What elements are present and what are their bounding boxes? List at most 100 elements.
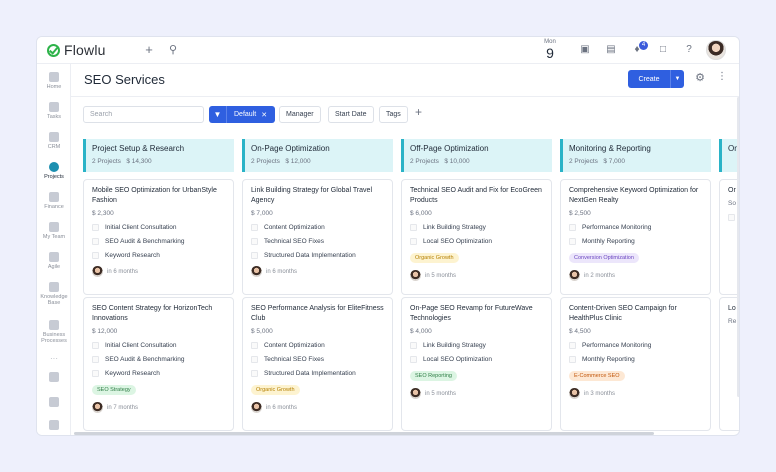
card-title[interactable]: Technical SEO Audit and Fix for EcoGreen… <box>410 186 543 206</box>
column-header[interactable]: On-Page Optimization 2 Projects $ 12,000 <box>242 139 393 172</box>
chat-icon[interactable]: □ <box>655 42 671 58</box>
task-checkbox-icon[interactable] <box>251 252 258 259</box>
vertical-scrollbar[interactable] <box>737 97 739 397</box>
sidebar-extra-2[interactable] <box>37 397 71 407</box>
project-card[interactable]: Comprehensive Keyword Optimization for N… <box>560 179 711 295</box>
card-title[interactable]: SEO Performance Analysis for EliteFitnes… <box>251 304 384 324</box>
invoice-icon[interactable]: ▤ <box>603 42 619 58</box>
avatar[interactable] <box>251 402 262 413</box>
sidebar-item-agile[interactable]: Agile <box>37 252 71 270</box>
logo[interactable]: Flowlu <box>47 42 106 58</box>
avatar[interactable] <box>92 266 103 277</box>
sidebar-item-projects[interactable]: Projects <box>37 162 71 180</box>
default-filter-button[interactable]: ▼ Default ✕ <box>209 106 275 123</box>
task-item[interactable]: Keyword Research <box>92 251 225 260</box>
task-item[interactable]: Monthly Reporting <box>569 237 702 246</box>
task-checkbox-icon[interactable] <box>251 356 258 363</box>
task-item[interactable]: Initial Client Consultation <box>92 223 225 232</box>
chevron-down-icon[interactable]: ▼ <box>670 70 684 88</box>
project-card[interactable]: SEO Content Strategy for HorizonTech Inn… <box>83 297 234 431</box>
add-filter-icon[interactable]: + <box>415 105 422 119</box>
project-card[interactable]: SEO Performance Analysis for EliteFitnes… <box>242 297 393 431</box>
sidebar-item-tasks[interactable]: Tasks <box>37 102 71 120</box>
search-input[interactable] <box>83 106 204 123</box>
user-avatar[interactable] <box>706 40 726 60</box>
sidebar-item-knowledge-base[interactable]: Knowledge Base <box>37 282 71 306</box>
card-title[interactable]: SEO Content Strategy for HorizonTech Inn… <box>92 304 225 324</box>
task-checkbox-icon[interactable] <box>92 356 99 363</box>
search-icon[interactable]: ⚲ <box>165 42 181 58</box>
project-tag[interactable]: E-Commerce SEO <box>569 371 625 381</box>
task-item[interactable]: Local SEO Optimization <box>410 237 543 246</box>
task-item[interactable]: Keyword Research <box>92 369 225 378</box>
plus-icon[interactable]: + <box>141 42 157 58</box>
sidebar-item-my-team[interactable]: My Team <box>37 222 71 240</box>
task-item[interactable]: SEO Audit & Benchmarking <box>92 237 225 246</box>
task-checkbox-icon[interactable] <box>251 342 258 349</box>
task-checkbox-icon[interactable] <box>92 252 99 259</box>
card-title[interactable]: Link Building Strategy for Global Travel… <box>251 186 384 206</box>
project-tag[interactable]: Conversion Optimization <box>569 253 639 263</box>
task-checkbox-icon[interactable] <box>410 224 417 231</box>
project-tag[interactable]: Organic Growth <box>251 385 300 395</box>
task-item[interactable]: SEO Audit & Benchmarking <box>92 355 225 364</box>
avatar[interactable] <box>251 266 262 277</box>
task-item[interactable]: Structured Data Implementation <box>251 369 384 378</box>
task-item[interactable]: Technical SEO Fixes <box>251 237 384 246</box>
task-item[interactable]: Structured Data Implementation <box>251 251 384 260</box>
date-widget[interactable]: Mon 9 <box>541 39 559 61</box>
column-header[interactable]: Off-Page Optimization 2 Projects $ 10,000 <box>401 139 552 172</box>
task-checkbox-icon[interactable] <box>410 342 417 349</box>
task-checkbox-icon[interactable] <box>92 342 99 349</box>
project-tag[interactable]: Organic Growth <box>410 253 459 263</box>
task-checkbox-icon[interactable] <box>410 356 417 363</box>
task-checkbox-icon[interactable] <box>569 356 576 363</box>
tags-filter[interactable]: Tags <box>379 106 408 123</box>
gear-icon[interactable]: ⚙ <box>693 71 707 84</box>
task-checkbox-icon[interactable] <box>251 370 258 377</box>
card-title[interactable]: Mobile SEO Optimization for UrbanStyle F… <box>92 186 225 206</box>
card-title[interactable]: Content-Driven SEO Campaign for HealthPl… <box>569 304 702 324</box>
avatar[interactable] <box>569 270 580 281</box>
project-card[interactable]: Mobile SEO Optimization for UrbanStyle F… <box>83 179 234 295</box>
task-item[interactable]: Content Optimization <box>251 341 384 350</box>
task-item[interactable]: Content Optimization <box>251 223 384 232</box>
more-vertical-icon[interactable]: ⋮ <box>715 71 729 82</box>
task-checkbox-icon[interactable] <box>92 224 99 231</box>
avatar[interactable] <box>410 388 421 399</box>
task-checkbox-icon[interactable] <box>92 370 99 377</box>
task-item[interactable]: Link Building Strategy <box>410 341 543 350</box>
task-checkbox-icon[interactable] <box>92 238 99 245</box>
task-item[interactable]: Local SEO Optimization <box>410 355 543 364</box>
task-checkbox-icon[interactable] <box>728 214 735 221</box>
calendar-icon[interactable]: ▣ <box>577 42 593 58</box>
task-checkbox-icon[interactable] <box>251 238 258 245</box>
project-card[interactable]: Link Building Strategy for Global Travel… <box>242 179 393 295</box>
task-checkbox-icon[interactable] <box>251 224 258 231</box>
task-item[interactable]: Monthly Reporting <box>569 355 702 364</box>
project-tag[interactable]: SEO Reporting <box>410 371 457 381</box>
avatar[interactable] <box>569 388 580 399</box>
project-card[interactable]: Technical SEO Audit and Fix for EcoGreen… <box>401 179 552 295</box>
sidebar-item-finance[interactable]: Finance <box>37 192 71 210</box>
sidebar-extra-3[interactable] <box>37 420 71 430</box>
task-checkbox-icon[interactable] <box>410 238 417 245</box>
sidebar-item-crm[interactable]: CRM <box>37 132 71 150</box>
task-item[interactable]: Link Building Strategy <box>410 223 543 232</box>
create-button[interactable]: Create ▼ <box>628 70 684 88</box>
avatar[interactable] <box>410 270 421 281</box>
horizontal-scrollbar[interactable] <box>74 432 654 435</box>
column-header[interactable]: Project Setup & Research 2 Projects $ 14,… <box>83 139 234 172</box>
task-checkbox-icon[interactable] <box>569 224 576 231</box>
close-icon[interactable]: ✕ <box>261 111 267 119</box>
task-item[interactable]: Performance Monitoring <box>569 223 702 232</box>
sidebar-item-business-processes[interactable]: Business Processes <box>37 320 71 344</box>
task-item[interactable]: Initial Client Consultation <box>92 341 225 350</box>
more-icon[interactable]: ··· <box>37 354 71 363</box>
task-checkbox-icon[interactable] <box>569 342 576 349</box>
project-tag[interactable]: SEO Strategy <box>92 385 136 395</box>
column-header[interactable]: Monitoring & Reporting 2 Projects $ 7,000 <box>560 139 711 172</box>
task-item[interactable]: Performance Monitoring <box>569 341 702 350</box>
project-card[interactable]: Content-Driven SEO Campaign for HealthPl… <box>560 297 711 431</box>
card-title[interactable]: Comprehensive Keyword Optimization for N… <box>569 186 702 206</box>
